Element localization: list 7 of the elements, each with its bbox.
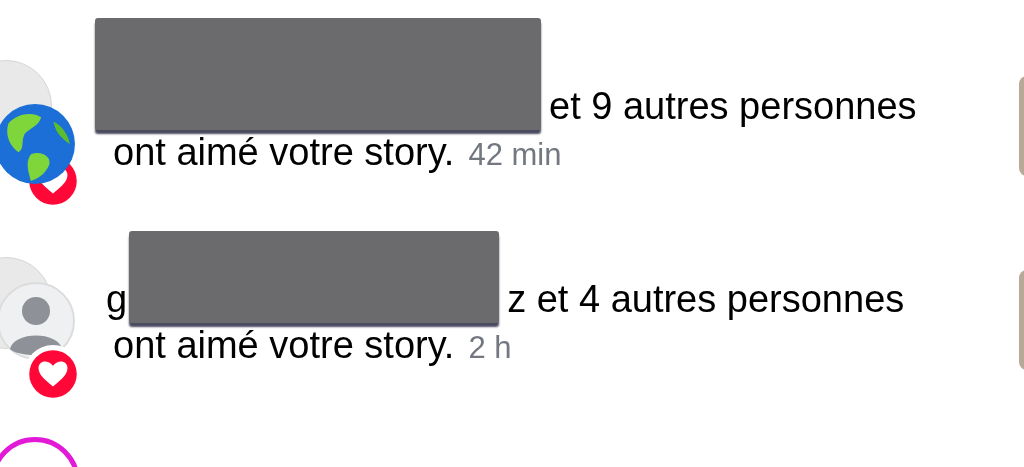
notification-text: ont aimé votre story.: [113, 130, 455, 174]
timestamp: 2 h: [468, 329, 512, 367]
notification-text: et 9 autres personnes: [549, 84, 917, 128]
user-name: g: [106, 277, 128, 321]
timestamp: 42 min: [468, 136, 562, 174]
notification-text: z et 4 autres personnes: [507, 277, 905, 321]
notification-text: ont aimé votre story.: [113, 323, 455, 367]
